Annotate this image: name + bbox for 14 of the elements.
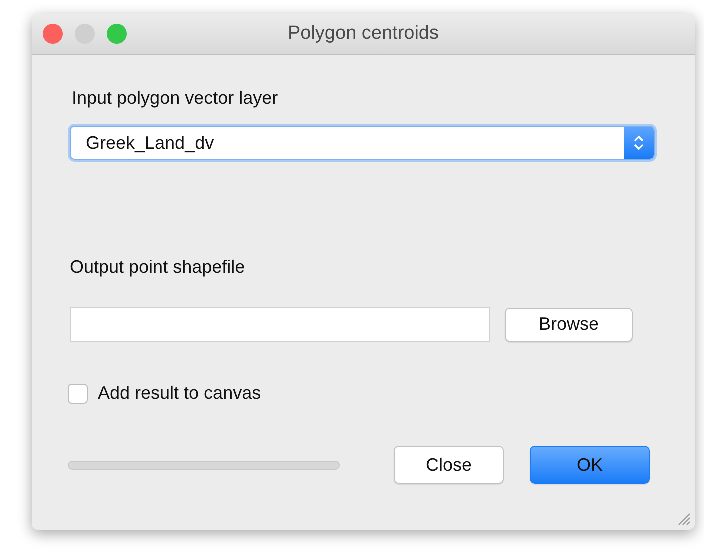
layer-dropdown[interactable]: Greek_Land_dv	[70, 126, 655, 160]
close-window-button[interactable]	[43, 24, 63, 44]
browse-button[interactable]: Browse	[505, 308, 633, 342]
close-button[interactable]: Close	[394, 446, 504, 484]
window-title: Polygon centroids	[288, 22, 440, 46]
checkbox-label: Add result to canvas	[98, 382, 262, 405]
resize-grip-icon[interactable]	[677, 512, 691, 526]
zoom-window-button[interactable]	[107, 24, 127, 44]
output-file-field[interactable]	[70, 307, 490, 342]
checkbox[interactable]	[68, 384, 88, 404]
ok-button[interactable]: OK	[530, 446, 650, 484]
field-label: Input polygon vector layer	[72, 87, 280, 110]
field-label: Output point shapefile	[70, 256, 246, 279]
updown-arrows-icon	[633, 133, 645, 153]
